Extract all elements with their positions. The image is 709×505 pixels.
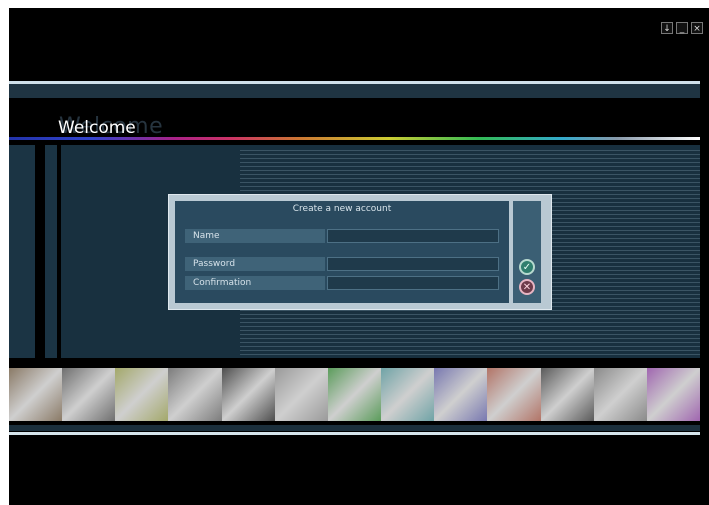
confirmation-field[interactable]: [327, 276, 499, 290]
photo-5: [221, 368, 275, 421]
panel-stripe: [45, 145, 57, 358]
photo-10: [487, 368, 541, 421]
password-field[interactable]: [327, 257, 499, 271]
confirmation-label: Confirmation: [185, 276, 325, 290]
photo-2: [62, 368, 116, 421]
top-band: [9, 84, 700, 98]
photo-11: [540, 368, 594, 421]
cancel-x-icon[interactable]: ✕: [519, 279, 535, 295]
photo-4: [168, 368, 222, 421]
confirm-check-icon[interactable]: ✓: [519, 259, 535, 275]
photo-7: [327, 368, 382, 421]
photo-6: [274, 368, 328, 421]
minimize-icon[interactable]: _: [676, 22, 688, 34]
photo-strip: [9, 368, 701, 421]
photo-9: [434, 368, 488, 421]
dialog-body: Create a new account Name Password Confi…: [175, 201, 509, 303]
password-label: Password: [185, 257, 325, 271]
photo-3: [115, 368, 169, 421]
photo-12: [593, 368, 647, 421]
rainbow-divider: [9, 137, 700, 140]
photo-8: [381, 368, 435, 421]
welcome-heading: Welcome: [58, 118, 136, 138]
confirmation-row: Confirmation: [185, 276, 499, 290]
password-row: Password: [185, 257, 499, 271]
name-field[interactable]: [327, 229, 499, 243]
panel-gap: [35, 145, 45, 358]
bottom-band: [9, 425, 700, 431]
name-row: Name: [185, 229, 499, 243]
photo-13: [646, 368, 701, 421]
dialog-title: Create a new account: [292, 204, 392, 214]
create-account-dialog: Create a new account Name Password Confi…: [168, 194, 552, 310]
bottom-divider: [9, 432, 700, 435]
dialog-action-bar: ✓ ✕: [513, 201, 541, 303]
photo-1: [9, 368, 63, 421]
panel-gap: [57, 145, 61, 358]
name-label: Name: [185, 229, 325, 243]
panel-stripe: [9, 145, 35, 358]
download-icon[interactable]: ↓: [661, 22, 673, 34]
close-icon[interactable]: ×: [691, 22, 703, 34]
window-controls: ↓ _ ×: [661, 22, 703, 34]
